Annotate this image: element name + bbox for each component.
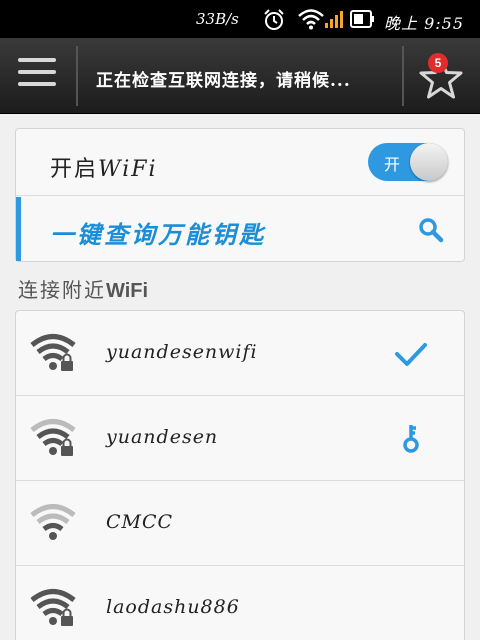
section-title: 连接附近WiFi: [18, 278, 149, 302]
header-divider: [76, 46, 78, 106]
wifi-locked-icon: [30, 589, 76, 626]
alarm-icon: [264, 9, 284, 30]
search-icon[interactable]: [418, 217, 444, 243]
status-bar: 33B/s 晚上 9:55: [0, 0, 480, 38]
network-row[interactable]: CMCC: [16, 481, 464, 566]
wifi-switch[interactable]: 开: [368, 143, 448, 181]
network-name: CMCC: [106, 511, 174, 533]
app-header: 正在检查互联网连接，请稍候... 5: [0, 38, 480, 114]
notification-badge: 5: [428, 53, 448, 73]
key-icon[interactable]: [394, 422, 428, 456]
switch-knob: [410, 143, 448, 181]
cell-signal-icon: [325, 11, 343, 28]
wifi-icon: [30, 504, 76, 540]
network-list: yuandesenwifi yuandesen CMCC laodashu886: [15, 310, 465, 640]
network-row[interactable]: yuandesen: [16, 396, 464, 481]
menu-icon[interactable]: [18, 58, 56, 92]
wifi-signal-icon: [298, 9, 324, 30]
battery-icon: [350, 10, 374, 28]
network-name: laodashu886: [106, 596, 240, 618]
network-row[interactable]: yuandesenwifi: [16, 311, 464, 396]
wifi-toggle-label: 开启WiFi: [50, 157, 158, 182]
wifi-locked-icon: [30, 419, 76, 456]
checkmark-icon: [395, 343, 427, 366]
page-title: 正在检查互联网连接，请稍候...: [96, 71, 351, 91]
network-speed: 33B/s: [196, 10, 239, 28]
switch-label: 开: [384, 157, 401, 174]
accent-bar: [16, 197, 21, 261]
clock: 晚上 9:55: [384, 14, 465, 33]
network-name: yuandesen: [106, 426, 219, 448]
key-query-label: 一键查询万能钥匙: [50, 220, 266, 249]
network-name: yuandesenwifi: [106, 341, 258, 363]
wifi-locked-icon: [30, 334, 76, 371]
network-row[interactable]: laodashu886: [16, 566, 464, 640]
wifi-toggle-row: 开启WiFi 开: [16, 129, 464, 196]
header-divider: [402, 46, 404, 106]
wifi-settings-card: 开启WiFi 开 一键查询万能钥匙: [15, 128, 465, 262]
key-query-row[interactable]: 一键查询万能钥匙: [16, 197, 464, 261]
